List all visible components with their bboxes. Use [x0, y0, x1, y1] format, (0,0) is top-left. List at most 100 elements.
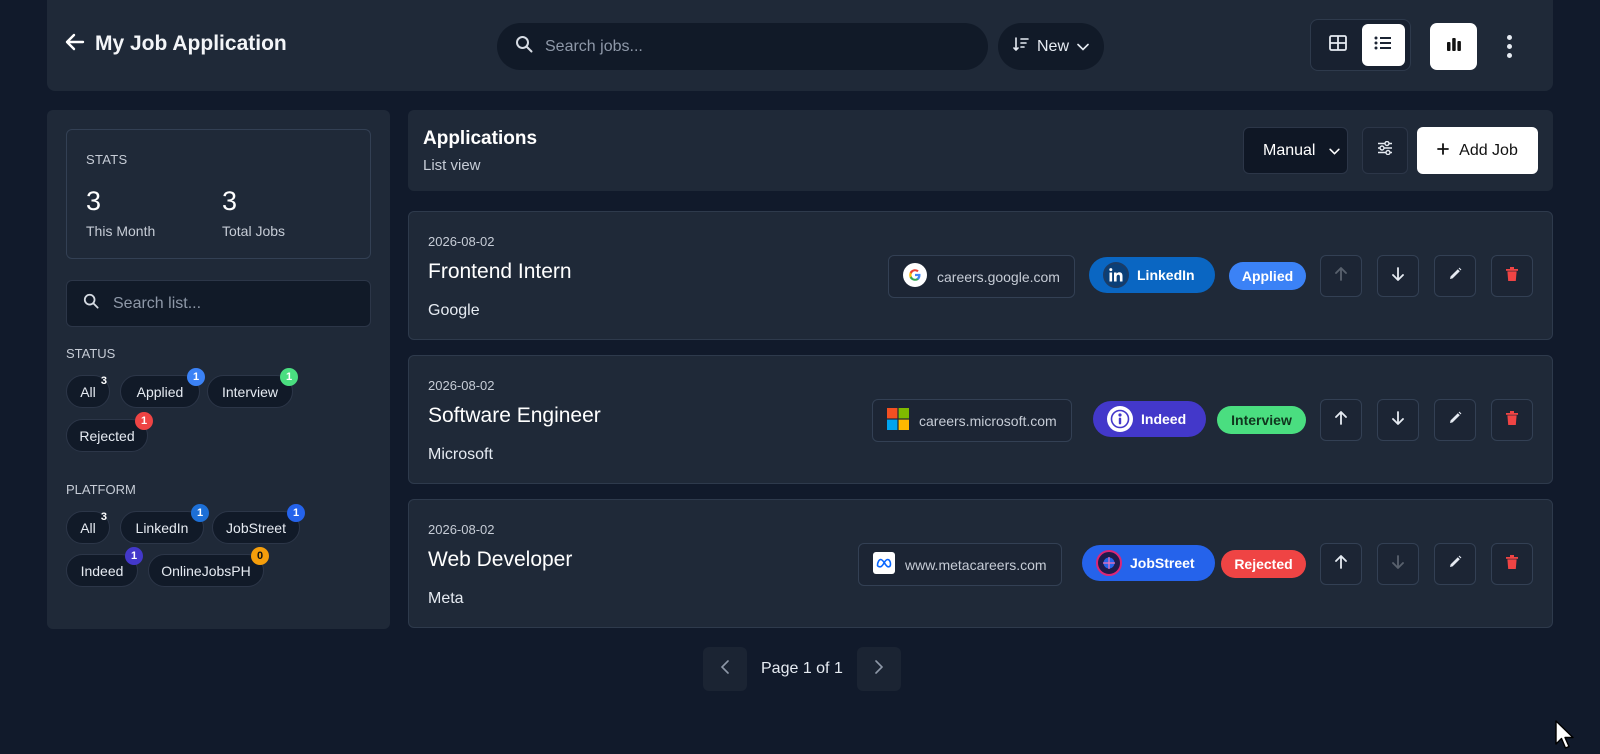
delete-button[interactable] [1491, 543, 1533, 585]
job-card: 2026-08-02 Frontend Intern Google career… [408, 211, 1553, 340]
list-icon [1374, 36, 1392, 55]
job-company: Google [428, 302, 480, 319]
stats-label: STATS [86, 152, 128, 167]
view-toggle [1310, 19, 1411, 71]
page-indicator: Page 1 of 1 [761, 660, 843, 677]
platform-name: LinkedIn [1137, 267, 1195, 283]
delete-button[interactable] [1491, 399, 1533, 441]
platform-name: Indeed [1141, 411, 1187, 427]
platform-filter-onlinejobsph[interactable]: OnlineJobsPH 0 [148, 547, 269, 587]
job-site-text: www.metacareers.com [905, 556, 1047, 573]
job-search-input[interactable] [545, 37, 988, 56]
job-company: Meta [428, 590, 464, 607]
list-search-input[interactable] [113, 294, 370, 313]
platform-filter-jobstreet[interactable]: JobStreet 1 [212, 504, 305, 544]
job-search-bar[interactable] [497, 23, 988, 70]
sort-dropdown[interactable]: New [998, 23, 1104, 70]
plus-icon [1437, 142, 1450, 160]
chip-label: LinkedIn [135, 519, 189, 536]
platform-filter-indeed[interactable]: Indeed 1 [66, 547, 143, 587]
trash-icon [1506, 266, 1518, 286]
status-section-label: STATUS [66, 346, 116, 361]
add-job-button[interactable]: Add Job [1417, 127, 1538, 174]
platform-filter-linkedin[interactable]: LinkedIn 1 [120, 504, 209, 544]
count-badge: 1 [280, 368, 298, 386]
count-badge: 3 [100, 375, 107, 387]
microsoft-logo-icon [887, 408, 909, 433]
chevron-left-icon [720, 659, 729, 679]
platform-badge: Indeed [1093, 401, 1207, 437]
edit-button[interactable] [1434, 255, 1476, 297]
chip-label: Interview [221, 383, 279, 400]
chip-label: All [80, 383, 96, 400]
platform-badge: LinkedIn [1089, 257, 1215, 293]
status-filter-interview[interactable]: Interview 1 [207, 368, 298, 408]
grid-view-button[interactable] [1316, 24, 1359, 66]
job-role: Frontend Intern [428, 260, 572, 283]
move-up-button[interactable] [1320, 255, 1362, 297]
job-date: 2026-08-02 [428, 234, 495, 249]
move-up-button[interactable] [1320, 399, 1362, 441]
job-role: Software Engineer [428, 404, 601, 427]
chevron-right-icon [875, 659, 883, 679]
count-badge: 1 [135, 412, 153, 430]
next-page-button[interactable] [856, 647, 901, 691]
chip-label: OnlineJobsPH [161, 562, 251, 579]
sliders-icon [1377, 140, 1393, 160]
chip-label: All [80, 519, 96, 536]
applications-header: Applications List view Manual Add Job [408, 110, 1553, 191]
move-down-button[interactable] [1377, 399, 1419, 441]
jobstreet-logo-icon [1096, 550, 1122, 576]
arrow-up-icon [1335, 266, 1347, 286]
back-button[interactable]: My Job Application [65, 32, 287, 56]
move-down-button[interactable] [1377, 255, 1419, 297]
applications-subtitle: List view [423, 157, 481, 174]
applications-title: Applications [423, 128, 538, 149]
top-bar: My Job Application New [47, 0, 1553, 91]
status-badge: Rejected [1221, 550, 1306, 578]
job-date: 2026-08-02 [428, 378, 495, 393]
status-filter-rejected[interactable]: Rejected 1 [66, 412, 153, 452]
search-icon [515, 35, 533, 58]
status-filter-applied[interactable]: Applied 1 [120, 368, 205, 408]
stats-button[interactable] [1430, 23, 1477, 70]
mode-select[interactable]: Manual [1243, 127, 1348, 174]
job-site-link[interactable]: careers.microsoft.com [872, 399, 1072, 442]
dot [1506, 52, 1512, 58]
add-job-label: Add Job [1459, 141, 1518, 159]
filter-settings-button[interactable] [1362, 127, 1408, 174]
job-site-link[interactable]: careers.google.com [888, 255, 1075, 298]
platform-filter-all[interactable]: All 3 [66, 511, 110, 544]
more-options-button[interactable] [1499, 32, 1519, 60]
chevron-down-icon [1329, 142, 1341, 160]
arrow-left-icon [65, 33, 85, 55]
mouse-cursor-icon [1555, 720, 1577, 754]
move-up-button[interactable] [1320, 543, 1362, 585]
edit-button[interactable] [1434, 543, 1476, 585]
indeed-logo-icon [1107, 406, 1133, 432]
list-view-button[interactable] [1361, 24, 1405, 66]
list-search-bar[interactable] [66, 280, 371, 327]
status-filter-all[interactable]: All 3 [66, 375, 110, 408]
bar-chart-icon [1446, 37, 1462, 56]
sort-label: New [1036, 37, 1069, 55]
dot [1506, 43, 1512, 49]
dot [1506, 34, 1512, 40]
job-date: 2026-08-02 [428, 522, 495, 537]
sort-icon [1013, 37, 1029, 56]
job-site-link[interactable]: www.metacareers.com [858, 543, 1062, 586]
move-down-button[interactable] [1377, 543, 1419, 585]
meta-logo-icon [873, 552, 895, 577]
sidebar: STATS 3 This Month 3 Total Jobs STATUS A… [47, 110, 390, 629]
search-icon [83, 293, 99, 314]
edit-button[interactable] [1434, 399, 1476, 441]
page-title: My Job Application [95, 32, 287, 55]
job-site-text: careers.microsoft.com [919, 412, 1057, 429]
job-site-text: careers.google.com [937, 268, 1060, 285]
platform-name: JobStreet [1130, 555, 1195, 571]
trash-icon [1506, 410, 1518, 430]
delete-button[interactable] [1491, 255, 1533, 297]
prev-page-button[interactable] [703, 647, 747, 691]
stats-card: STATS 3 This Month 3 Total Jobs [66, 129, 371, 259]
count-badge: 1 [187, 368, 205, 386]
